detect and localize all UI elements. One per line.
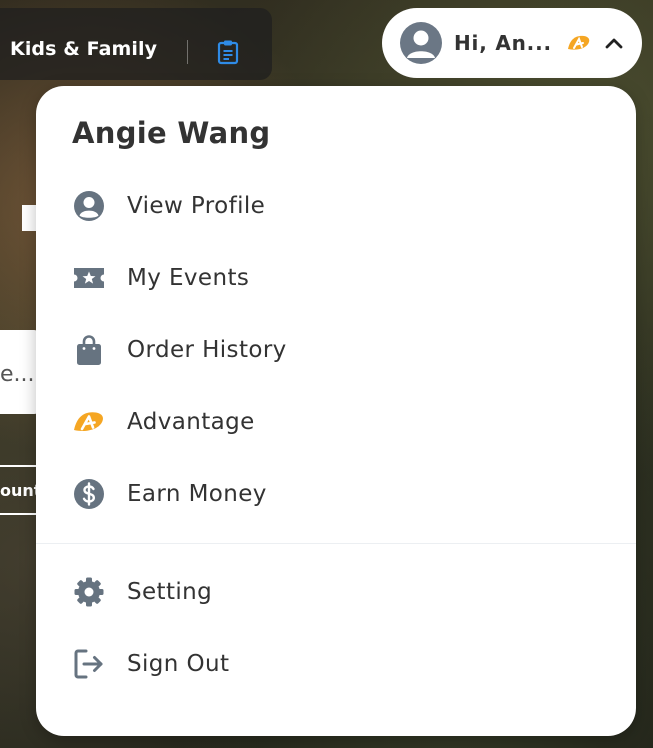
menu-item-label: View Profile — [127, 193, 266, 219]
avatar — [400, 22, 442, 64]
user-menu-toggle[interactable]: Hi, An... — [382, 8, 642, 78]
nav-link-kids-family[interactable]: Kids & Family — [10, 38, 157, 60]
menu-item-order-history[interactable]: Order History — [72, 330, 592, 370]
menu-item-label: Advantage — [127, 409, 255, 435]
chevron-up-icon[interactable] — [604, 33, 624, 53]
menu-item-sign-out[interactable]: Sign Out — [72, 644, 592, 684]
menu-item-setting[interactable]: Setting — [72, 572, 592, 612]
menu-item-label: Order History — [127, 337, 287, 363]
menu-item-label: Earn Money — [127, 481, 267, 507]
dropdown-user-name: Angie Wang — [72, 116, 271, 150]
sign-out-icon — [72, 647, 106, 681]
menu-item-label: Setting — [127, 579, 213, 605]
user-dropdown-menu: Angie Wang View Profile My Events Order … — [36, 86, 636, 736]
menu-item-earn-money[interactable]: Earn Money — [72, 474, 592, 514]
user-greeting: Hi, An... — [454, 31, 552, 55]
user-circle-icon — [72, 189, 106, 223]
menu-item-my-events[interactable]: My Events — [72, 258, 592, 298]
menu-item-label: Sign Out — [127, 651, 230, 677]
top-nav: Kids & Family — [0, 8, 272, 80]
menu-divider — [36, 543, 636, 544]
menu-item-advantage[interactable]: Advantage — [72, 402, 592, 442]
advantage-logo-icon — [566, 33, 592, 53]
dollar-circle-icon — [72, 477, 106, 511]
menu-item-view-profile[interactable]: View Profile — [72, 186, 592, 226]
clipboard-icon[interactable] — [216, 39, 240, 65]
background-text-fragment: e... — [0, 362, 35, 387]
shopping-bag-icon — [72, 333, 106, 367]
nav-divider — [187, 40, 188, 64]
advantage-logo-icon — [72, 405, 106, 439]
menu-item-label: My Events — [127, 265, 250, 291]
gear-icon — [72, 575, 106, 609]
ticket-star-icon — [72, 261, 106, 295]
